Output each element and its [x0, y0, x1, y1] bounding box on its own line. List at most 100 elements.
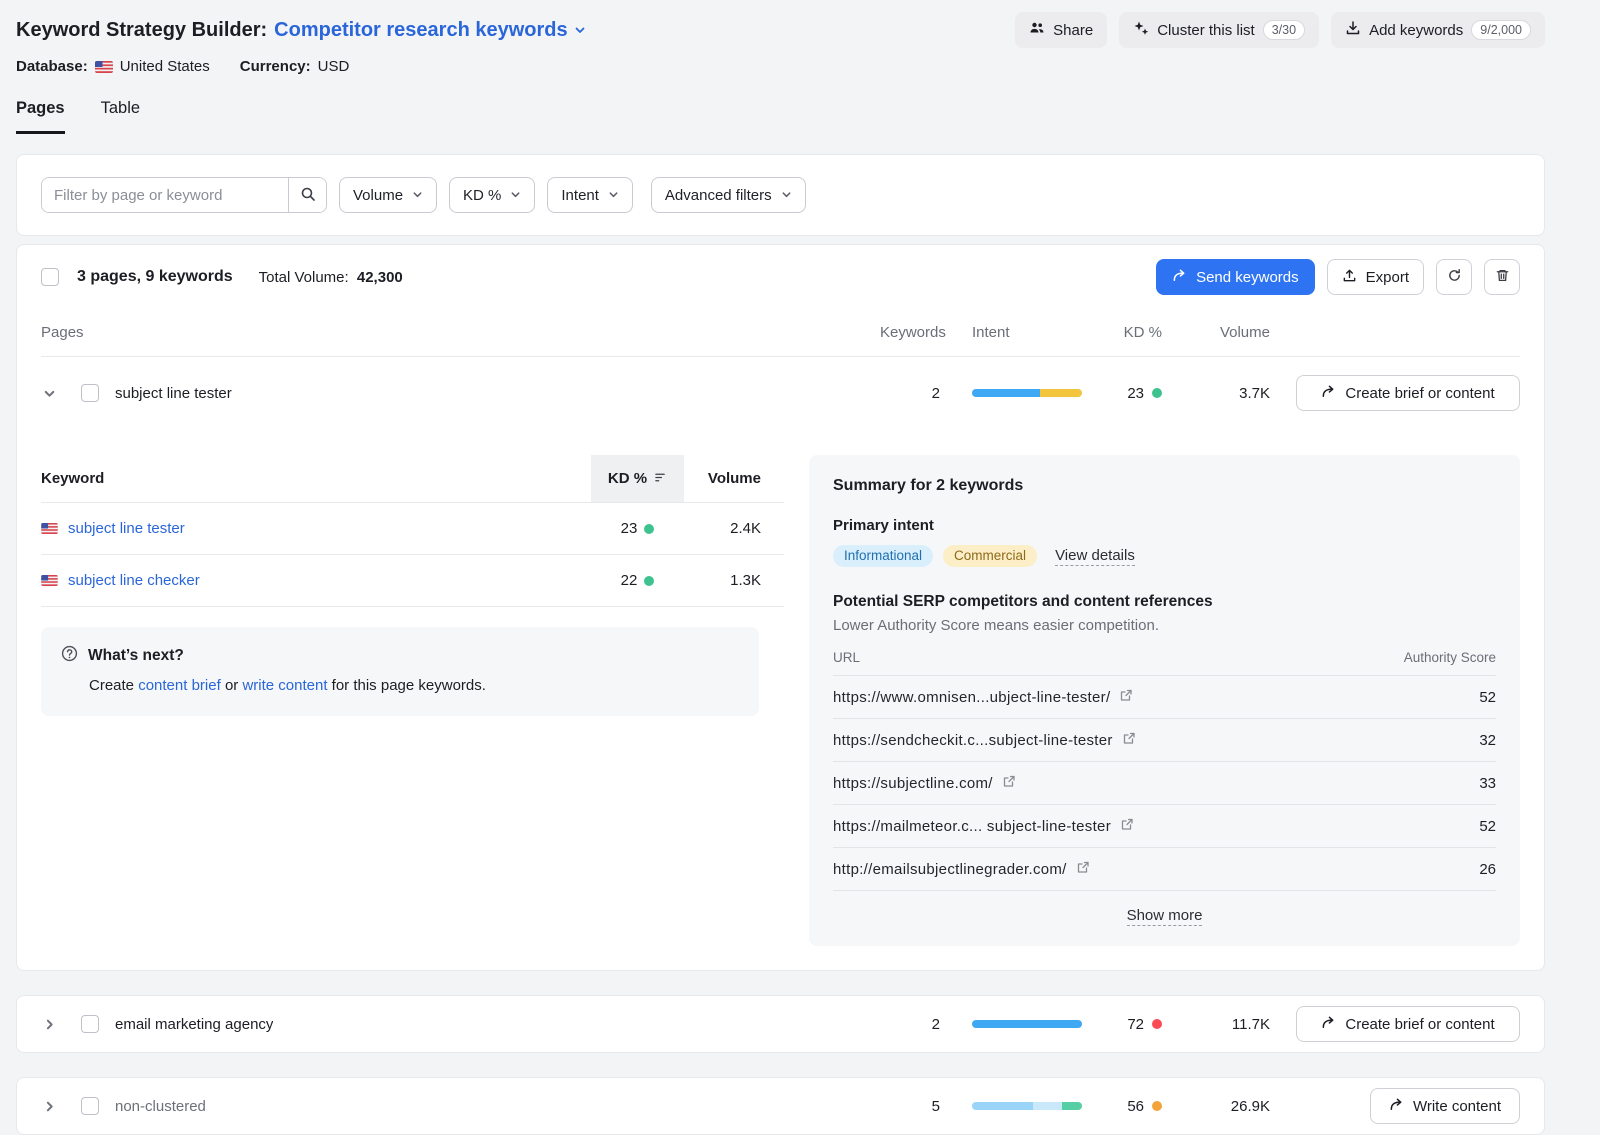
database-value: United States [120, 58, 210, 75]
kd-status-dot [1152, 1101, 1162, 1111]
write-content-button[interactable]: Write content [1370, 1088, 1520, 1124]
keyword-row: subject line checker 22 1.3K [41, 555, 784, 607]
competitor-url-link[interactable]: https://www.omnisen...ubject-line-tester… [833, 688, 1133, 706]
column-authority-score: Authority Score [1404, 650, 1496, 665]
delete-button[interactable] [1484, 259, 1520, 295]
competitor-row: https://subjectline.com/ 33 [833, 762, 1496, 805]
write-content-link[interactable]: write content [242, 677, 327, 694]
competitor-url-link[interactable]: http://emailsubjectlinegrader.com/ [833, 860, 1090, 878]
search-button[interactable] [288, 178, 326, 212]
chevron-down-icon [510, 187, 521, 204]
row-checkbox[interactable] [81, 1097, 99, 1115]
kd-value: 22 [621, 572, 638, 589]
whats-next-prefix: Create [89, 677, 134, 694]
add-keywords-button[interactable]: Add keywords 9/2,000 [1331, 12, 1545, 48]
authority-score: 26 [1479, 861, 1496, 878]
column-keywords: Keywords [880, 324, 940, 341]
list-name-dropdown[interactable]: Competitor research keywords [274, 19, 585, 42]
intent-bar [972, 1020, 1082, 1028]
show-more-link[interactable]: Show more [1127, 907, 1203, 926]
us-flag-icon [41, 523, 58, 534]
us-flag-icon [95, 61, 113, 73]
share-label: Share [1053, 22, 1093, 39]
page-row-email-marketing-agency: email marketing agency 2 72 11.7K Create… [41, 995, 1520, 1053]
total-volume: Total Volume: 42,300 [259, 269, 403, 286]
volume-filter-dropdown[interactable]: Volume [339, 177, 437, 213]
page-row-subject-line-tester: subject line tester 2 23 3.7K Create bri… [41, 357, 1520, 429]
competitor-url-link[interactable]: https://mailmeteor.c... subject-line-tes… [833, 817, 1134, 835]
serp-competitors-title: Potential SERP competitors and content r… [833, 593, 1496, 611]
total-volume-value: 42,300 [357, 269, 403, 286]
kd-value: 23 [621, 520, 638, 537]
currency-meta: Currency: USD [240, 58, 350, 75]
currency-value: USD [318, 58, 350, 75]
tab-pages[interactable]: Pages [16, 99, 65, 134]
competitor-row: http://emailsubjectlinegrader.com/ 26 [833, 848, 1496, 891]
content-brief-link[interactable]: content brief [138, 677, 221, 694]
column-intent: Intent [972, 324, 1082, 341]
summary-title: Summary for 2 keywords [833, 477, 1496, 495]
page-title-text: Keyword Strategy Builder: [16, 19, 267, 42]
tab-table[interactable]: Table [101, 99, 140, 134]
export-icon [1342, 268, 1357, 287]
header-actions: Share Cluster this list 3/30 Add keyword… [1015, 12, 1545, 48]
competitor-url-link[interactable]: https://sendcheckit.c...subject-line-tes… [833, 731, 1136, 749]
add-keywords-label: Add keywords [1369, 22, 1463, 39]
kd-filter-label: KD % [463, 187, 501, 204]
create-brief-label: Create brief or content [1345, 385, 1494, 402]
keyword-link[interactable]: subject line tester [68, 520, 185, 537]
column-volume-label: Volume [684, 455, 784, 502]
row-checkbox[interactable] [81, 384, 99, 402]
column-kd-label: KD % [608, 470, 647, 487]
competitor-url-link[interactable]: https://subjectline.com/ [833, 774, 1016, 792]
page-row-card-email-marketing-agency: email marketing agency 2 72 11.7K Create… [16, 995, 1545, 1053]
database-label: Database: [16, 58, 88, 75]
volume-value: 1.3K [684, 572, 784, 589]
advanced-filters-dropdown[interactable]: Advanced filters [651, 177, 806, 213]
send-arrow-icon [1321, 1015, 1336, 1034]
column-kd-sort[interactable]: KD % [591, 455, 684, 502]
header: Keyword Strategy Builder: Competitor res… [16, 10, 1545, 50]
create-brief-button[interactable]: Create brief or content [1296, 1006, 1520, 1042]
row-checkbox[interactable] [81, 1015, 99, 1033]
volume-filter-label: Volume [353, 187, 403, 204]
send-arrow-icon [1172, 268, 1187, 287]
list-name-label: Competitor research keywords [274, 19, 567, 42]
create-brief-label: Create brief or content [1345, 1016, 1494, 1033]
authority-score: 32 [1479, 732, 1496, 749]
competitor-url: https://sendcheckit.c...subject-line-tes… [833, 732, 1113, 749]
external-link-icon [1119, 688, 1133, 706]
expand-row-chevron[interactable] [41, 1018, 57, 1031]
advanced-filters-label: Advanced filters [665, 187, 772, 204]
select-all-checkbox[interactable] [41, 268, 59, 286]
send-keywords-button[interactable]: Send keywords [1156, 259, 1315, 295]
refresh-button[interactable] [1436, 259, 1472, 295]
keyword-link[interactable]: subject line checker [68, 572, 200, 589]
column-kd: KD % [1092, 324, 1162, 341]
view-details-link[interactable]: View details [1055, 547, 1135, 566]
keyword-row: subject line tester 23 2.4K [41, 503, 784, 555]
collapse-row-chevron[interactable] [41, 387, 57, 400]
whats-next-mid: or [225, 677, 238, 694]
export-button[interactable]: Export [1327, 259, 1424, 295]
external-link-icon [1076, 860, 1090, 878]
filter-bar: Volume KD % Intent Advanced filters [16, 154, 1545, 236]
kd-filter-dropdown[interactable]: KD % [449, 177, 535, 213]
database-meta: Database: United States [16, 58, 210, 75]
share-button[interactable]: Share [1015, 12, 1107, 48]
competitor-row: https://sendcheckit.c...subject-line-tes… [833, 719, 1496, 762]
refresh-icon [1447, 268, 1462, 286]
chevron-down-icon [412, 187, 423, 204]
search-input[interactable] [42, 178, 288, 212]
create-brief-button[interactable]: Create brief or content [1296, 375, 1520, 411]
column-volume: Volume [1172, 324, 1270, 341]
competitor-row: https://mailmeteor.c... subject-line-tes… [833, 805, 1496, 848]
intent-filter-dropdown[interactable]: Intent [547, 177, 633, 213]
keywords-count: 5 [880, 1098, 940, 1115]
trash-icon [1495, 268, 1510, 286]
cluster-list-button[interactable]: Cluster this list 3/30 [1119, 12, 1319, 48]
authority-score: 52 [1479, 689, 1496, 706]
search-group [41, 177, 327, 213]
expand-row-chevron[interactable] [41, 1100, 57, 1113]
keywords-quota-badge: 9/2,000 [1471, 20, 1531, 40]
